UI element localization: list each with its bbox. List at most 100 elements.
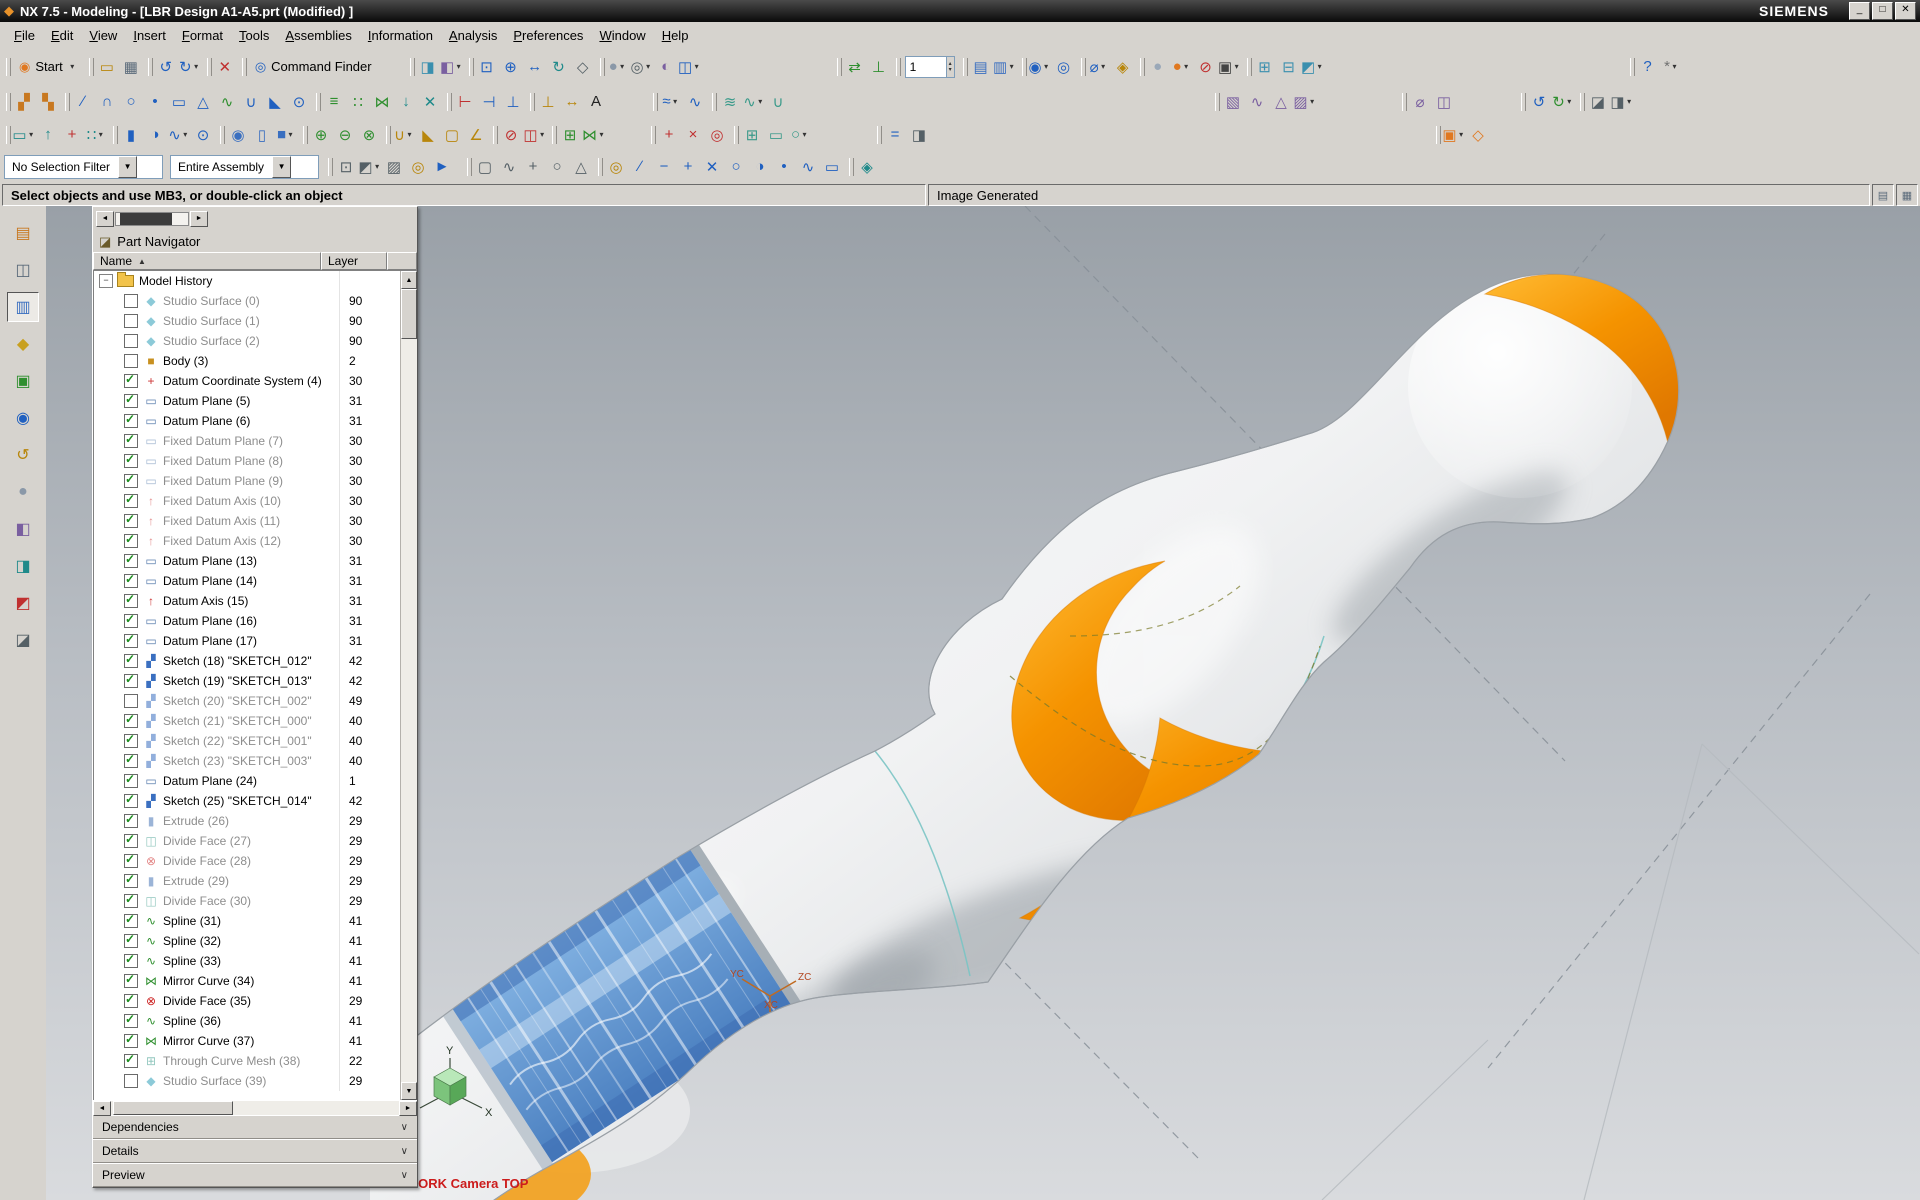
polygon-icon[interactable]: △: [191, 90, 215, 114]
tree-root-model-history[interactable]: −Model History: [94, 271, 401, 291]
visibility-checkbox[interactable]: [124, 794, 138, 808]
visibility-checkbox[interactable]: [124, 294, 138, 308]
visibility-checkbox[interactable]: [124, 614, 138, 628]
expander-icon[interactable]: −: [99, 274, 113, 288]
visibility-checkbox[interactable]: [124, 454, 138, 468]
undo-icon[interactable]: ↺: [154, 55, 178, 79]
extend-curve-icon[interactable]: ⊣: [477, 90, 501, 114]
tree-item[interactable]: ◫Divide Face (30)29: [94, 891, 401, 911]
through-curve-mesh-tool-icon[interactable]: ⊞: [740, 123, 764, 147]
point-on-curve-icon[interactable]: ∿: [796, 155, 820, 179]
history-icon[interactable]: ↺: [7, 440, 39, 470]
mirror-feature-icon[interactable]: ⋈▾: [582, 123, 606, 147]
graphics-window[interactable]: YC XC ZC Y X Z TOP WORK Camera TOP ◄: [46, 206, 1920, 1200]
column-name[interactable]: Name ▲: [93, 252, 321, 270]
tree-item[interactable]: ▞Sketch (19) "SKETCH_013"42: [94, 671, 401, 691]
tree-item[interactable]: ▭Fixed Datum Plane (8)30: [94, 451, 401, 471]
model-canvas[interactable]: YC XC ZC Y X Z TOP WORK Camera TOP: [370, 206, 1920, 1200]
visibility-checkbox[interactable]: [124, 994, 138, 1008]
chamfer-curve-icon[interactable]: ◣: [263, 90, 287, 114]
optimize-face-icon[interactable]: ◇: [1466, 123, 1490, 147]
pad-icon[interactable]: ■▾: [274, 123, 298, 147]
general-selection-icon[interactable]: ⊡: [334, 155, 358, 179]
rectangle-icon[interactable]: ▭: [167, 90, 191, 114]
menu-item-assemblies[interactable]: Assemblies: [277, 25, 359, 46]
visibility-checkbox[interactable]: [124, 594, 138, 608]
hd3d-tools-icon[interactable]: ▣: [7, 366, 39, 396]
visibility-checkbox[interactable]: [124, 1074, 138, 1088]
mid-point-icon[interactable]: −: [652, 155, 676, 179]
move-component-icon[interactable]: ⇄: [843, 55, 867, 79]
visibility-checkbox[interactable]: [124, 774, 138, 788]
circle-icon[interactable]: ○: [119, 90, 143, 114]
trim-body-icon[interactable]: ⊘: [499, 123, 523, 147]
tree-item[interactable]: ↑Fixed Datum Axis (10)30: [94, 491, 401, 511]
visibility-checkbox[interactable]: [124, 914, 138, 928]
menu-item-insert[interactable]: Insert: [125, 25, 174, 46]
control-point-icon[interactable]: +: [676, 155, 700, 179]
visibility-checkbox[interactable]: [124, 534, 138, 548]
ellipse-icon[interactable]: ⊙: [287, 90, 311, 114]
visibility-checkbox[interactable]: [124, 494, 138, 508]
snap-point-toggle-icon[interactable]: ◎: [604, 155, 628, 179]
tree-item[interactable]: ▞Sketch (20) "SKETCH_002"49: [94, 691, 401, 711]
scrollbar-thumb[interactable]: [401, 289, 417, 339]
chevron-down-icon[interactable]: ▼: [118, 156, 137, 178]
extrude-tool-icon[interactable]: ▮: [119, 123, 143, 147]
slider-thumb[interactable]: [120, 213, 172, 225]
menu-item-help[interactable]: Help: [654, 25, 697, 46]
visibility-checkbox[interactable]: [124, 334, 138, 348]
visibility-checkbox[interactable]: [124, 1014, 138, 1028]
screenshot-icon[interactable]: ◨: [416, 55, 440, 79]
pattern-curve-icon[interactable]: ∷: [346, 90, 370, 114]
scene-settings-icon[interactable]: ◪: [1586, 90, 1610, 114]
immediate-hide-icon[interactable]: ◎: [1052, 55, 1076, 79]
zoom-icon[interactable]: ⊕: [499, 55, 523, 79]
snap-grid-icon[interactable]: ⊞: [1253, 55, 1277, 79]
tree-item[interactable]: ▭Datum Plane (16)31: [94, 611, 401, 631]
draft-analysis-icon[interactable]: △: [1269, 90, 1293, 114]
tree-item[interactable]: ◆Studio Surface (39)29: [94, 1071, 401, 1091]
wcs-display-icon[interactable]: ◎: [705, 123, 729, 147]
offset-curve-icon[interactable]: ≡: [322, 90, 346, 114]
tree-item[interactable]: ▮Extrude (29)29: [94, 871, 401, 891]
tree-item[interactable]: ◆Studio Surface (2)90: [94, 331, 401, 351]
edge-blend-icon[interactable]: ∪▾: [392, 123, 416, 147]
swept-surface-icon[interactable]: ∿▾: [742, 90, 766, 114]
datum-plane-tool-icon[interactable]: ▭▾: [12, 123, 36, 147]
tree-item[interactable]: ⋈Mirror Curve (34)41: [94, 971, 401, 991]
visibility-checkbox[interactable]: [124, 434, 138, 448]
expressions-icon[interactable]: =: [883, 123, 907, 147]
fit-view-icon[interactable]: ⊡: [475, 55, 499, 79]
intersection-point-icon[interactable]: ✕: [700, 155, 724, 179]
intersect-icon[interactable]: ⊗: [357, 123, 381, 147]
visibility-checkbox[interactable]: [124, 874, 138, 888]
align-view-icon[interactable]: ⊟: [1277, 55, 1301, 79]
selection-scope-dropdown[interactable]: Entire Assembly ▼: [170, 155, 319, 179]
horizontal-scrollbar[interactable]: ◄ ►: [93, 1100, 417, 1115]
section-details[interactable]: Details∨: [93, 1139, 417, 1163]
show-hide-icon[interactable]: ◉▾: [1028, 55, 1052, 79]
menu-item-view[interactable]: View: [81, 25, 125, 46]
trim-curve-icon[interactable]: ⊢: [453, 90, 477, 114]
studio-spline-icon[interactable]: ∿: [215, 90, 239, 114]
visibility-checkbox[interactable]: [124, 414, 138, 428]
snap-settings-icon[interactable]: ◈: [855, 155, 879, 179]
visibility-checkbox[interactable]: [124, 894, 138, 908]
tube-icon[interactable]: ⊙: [191, 123, 215, 147]
visibility-checkbox[interactable]: [124, 954, 138, 968]
point-set-icon[interactable]: ∷▾: [84, 123, 108, 147]
sketch-icon[interactable]: ▚: [36, 90, 60, 114]
tree-item[interactable]: ∿Spline (33)41: [94, 951, 401, 971]
menu-item-information[interactable]: Information: [360, 25, 441, 46]
assembly-constraints-icon[interactable]: ⊥: [867, 55, 891, 79]
save-icon[interactable]: ▦: [119, 55, 143, 79]
pattern-feature-icon[interactable]: ⊞: [558, 123, 582, 147]
tree-item[interactable]: ▭Datum Plane (6)31: [94, 411, 401, 431]
rectangle-select-icon[interactable]: ▢: [473, 155, 497, 179]
revolve-icon[interactable]: ◑: [143, 123, 167, 147]
pick-filter-icon[interactable]: ◎: [406, 155, 430, 179]
scroll-up-icon[interactable]: ▲: [401, 271, 417, 289]
visibility-checkbox[interactable]: [124, 814, 138, 828]
command-finder-button[interactable]: ◎Command Finder: [248, 57, 379, 77]
